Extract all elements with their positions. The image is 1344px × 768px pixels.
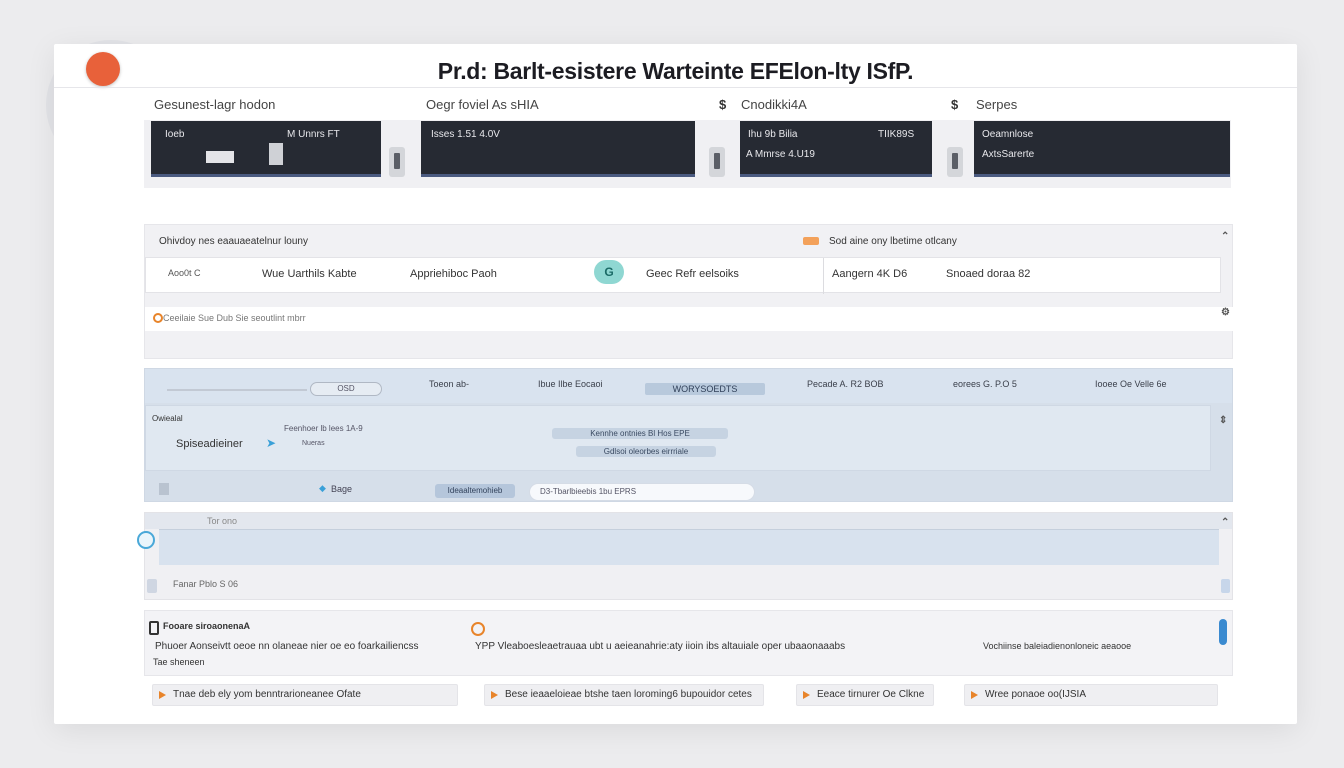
target-icon[interactable] [471,622,485,636]
notes-body-right: Vochiinse baleiadienonloneic aeaooe [983,641,1132,651]
footer-handle-icon[interactable] [159,483,169,495]
scroll-up-icon[interactable]: ⌃ [1221,231,1229,242]
card-thumb-icon [206,151,234,163]
detail-top-label: Tor ono [207,516,238,526]
action-button-1[interactable]: Tnae deb ely yom benntrarioneanee Ofate [152,684,458,706]
timeline-col-1: Toeon ab- [429,379,470,389]
preview-labels: Gesunest-lagr hodon Oegr foviel As sHIA … [144,97,1234,115]
page-title: Pr.d: Barlt-esistere Warteinte EFElon-lt… [437,58,914,84]
timeline-col-4: Pecade A. R2 BOB [807,379,884,389]
overview-header: Ohivdoy nes eaauaeatelnur louny [159,236,308,247]
notes-sub: Tae sheneen [153,657,205,667]
overview-panel: Ohivdoy nes eaauaeatelnur louny Sod aine… [144,224,1233,359]
preview-card-1[interactable]: Ioeb M Unnrs FT [151,121,381,177]
preview-card-3-line1: Ihu 9b Bilia [748,129,798,140]
preview-card-1-line2: M Unnrs FT [287,129,340,140]
timeline-footer: ◆ Bage Ideaaltemohieb D3-Tbarlbieebis 1b… [145,475,1232,502]
preview-handle-1[interactable] [389,147,405,177]
preview-marker-2: $ [951,97,959,112]
row-cell-2: Wue Uarthils Kabte [262,268,357,280]
timeline-header: OSD Toeon ab- Ibue Ilbe Eocaoi WORYSOEDT… [145,369,1232,403]
action-bar: Tnae deb ely yom benntrarioneanee Ofate … [152,684,1238,706]
preview-card-4[interactable]: Oeamnlose AxtsSarerte [974,121,1230,177]
footer-white-pill[interactable]: D3-Tbarlbieebis 1bu EPRS [529,483,755,501]
preview-handle-3[interactable] [947,147,963,177]
row-cell-6: Snoaed doraa 82 [946,268,1031,280]
preview-handle-2[interactable] [709,147,725,177]
timeline-panel: OSD Toeon ab- Ibue Ilbe Eocaoi WORYSOEDT… [144,368,1233,502]
track-small-text: Feenhoer lb lees 1A-9 [284,424,363,433]
overview-row[interactable]: Aoo0t C Wue Uarthils Kabte Appriehiboc P… [145,257,1221,294]
footer-label: Bage [331,484,353,494]
track-scroll-icon[interactable]: ⇕ [1219,415,1227,426]
notes-scrollbar[interactable] [1219,619,1227,645]
preview-label-1: Gesunest-lagr hodon [154,97,276,112]
action-button-4[interactable]: Wree ponaoe oo(IJSIA [964,684,1218,706]
preview-card-2[interactable]: Isses 1.51 4.0V [421,121,695,177]
preview-card-2-line1: Isses 1.51 4.0V [431,129,500,140]
add-icon[interactable] [137,531,155,549]
notes-body-mid: YPP Vleaboesleaetrauaa ubt u aeieanahrie… [475,641,846,652]
lock-icon [149,621,159,635]
timeline-highlight[interactable]: WORYSOEDTS [645,383,765,395]
footer-pin-icon: ◆ [319,483,326,493]
detail-checkbox[interactable] [147,579,157,593]
notes-title: Fooare siroaonenaA [163,621,251,631]
preview-card-3-right: TIIK89S [878,129,915,140]
detail-top-bar: Tor ono [145,513,1232,529]
timeline-col-6: Iooee Oe Velle 6e [1095,379,1167,389]
detail-label: Fanar Pblo S 06 [173,579,239,589]
footer-blue-pill[interactable]: Ideaaltemohieb [435,484,515,498]
info-dot-icon [153,313,163,323]
overview-header-right: Sod aine ony lbetime otlcany [829,236,957,247]
detail-scroll-up-icon[interactable]: ⌃ [1221,517,1229,528]
timeline-slider-track[interactable] [167,389,307,391]
notes-panel: Fooare siroaonenaA Phuoer Aonseivtt oeoe… [144,610,1233,676]
track-caption: Nueras [302,440,325,447]
preview-card-3-line2: A Mmrse 4.U19 [746,149,815,160]
timeline-col-2: Ibue Ilbe Eocaoi [538,379,603,389]
detail-field[interactable] [159,529,1219,565]
track-pill-bottom[interactable]: Gdlsoi oleorbes eirrriale [576,446,716,457]
card-figure-icon [269,143,283,165]
app-window: Pr.d: Barlt-esistere Warteinte EFElon-lt… [54,44,1297,724]
timeline-track[interactable]: Owiealal Spiseadieiner ➤ Feenhoer lb lee… [145,405,1211,471]
settings-icon[interactable]: ⚙ [1221,307,1230,318]
preview-marker-1: $ [719,97,727,112]
preview-label-2: Oegr foviel As sHIA [426,97,539,112]
track-pill-top[interactable]: Kennhe ontnies Bl Hos EPE [552,428,728,439]
notes-body-left: Phuoer Aonseivtt oeoe nn olaneae nier oe… [155,641,419,652]
action-button-3[interactable]: Eeace tirnurer Oe Clkne [796,684,934,706]
overview-note: Ceeilaie Sue Dub Sie seoutlint mbrr [163,313,306,323]
row-divider [823,258,824,294]
action-button-2[interactable]: Bese ieaaeloieae btshe taen loroming6 bu… [484,684,764,706]
track-label-main: Spiseadieiner [176,438,243,450]
status-badge[interactable]: G [594,260,624,284]
preview-card-4-line1: Oeamnlose [982,129,1034,140]
timeline-slider-knob[interactable]: OSD [310,382,382,396]
detail-panel: Tor ono Fanar Pblo S 06 ⌃ [137,512,1233,600]
detail-scrollbar[interactable] [1221,579,1230,593]
preview-card-1-line1: Ioeb [165,129,185,140]
preview-label-3: Cnodikki4A [741,97,807,112]
row-cell-4: Geec Refr eelsoiks [646,268,739,280]
preview-card-4-line2: AxtsSarerte [982,149,1035,160]
row-cell-3: Appriehiboc Paoh [410,268,497,280]
preview-label-4: Serpes [976,97,1018,112]
preview-strip: Ioeb M Unnrs FT Isses 1.51 4.0V Ihu 9b B… [144,120,1231,188]
flag-icon [803,237,819,245]
preview-card-3[interactable]: Ihu 9b Bilia A Mmrse 4.U19 TIIK89S [740,121,932,177]
row-cell-5: Aangern 4K D6 [832,268,908,280]
track-label-top: Owiealal [152,414,183,423]
title-divider [54,87,1297,88]
row-cell-1: Aoo0t C [168,268,201,278]
overview-strip [145,307,1233,331]
pin-icon: ➤ [266,436,277,450]
timeline-col-5: eorees G. P.O 5 [953,379,1017,389]
